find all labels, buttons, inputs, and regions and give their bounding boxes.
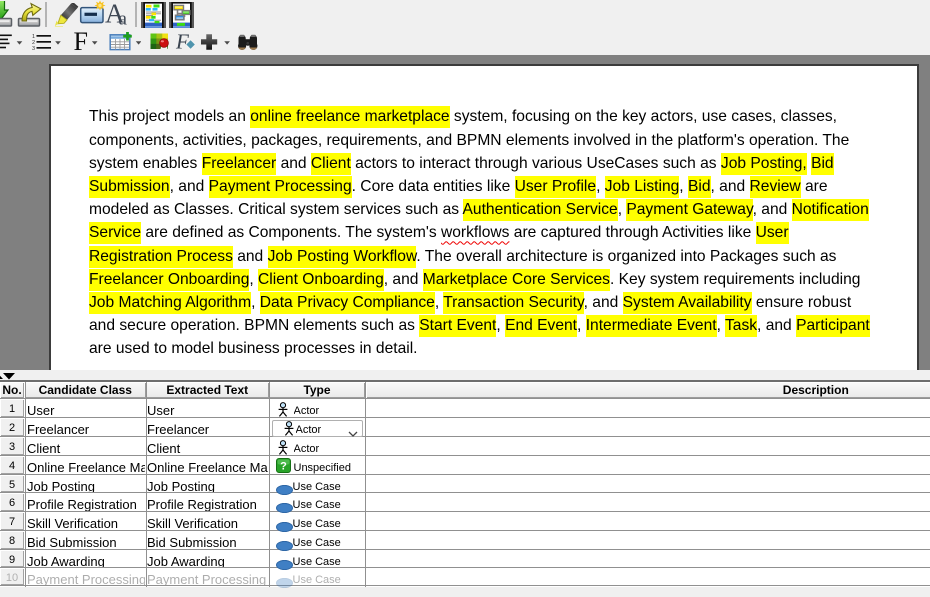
svg-text:a: a bbox=[119, 9, 128, 27]
svg-text:3: 3 bbox=[32, 46, 35, 50]
svg-text:F: F bbox=[74, 31, 88, 52]
svg-text:F: F bbox=[175, 32, 189, 52]
svg-text:?: ? bbox=[280, 461, 287, 473]
